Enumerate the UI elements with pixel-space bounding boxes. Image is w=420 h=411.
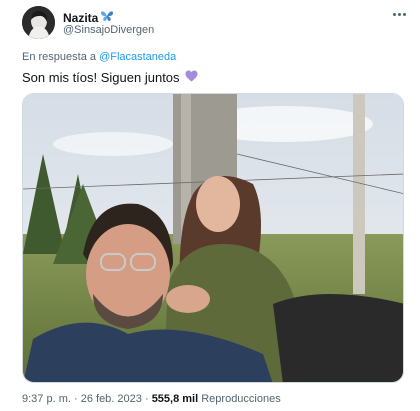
tweet-date[interactable]: 26 feb. 2023 bbox=[81, 393, 142, 405]
reply-context: En respuesta a @Flacastaneda bbox=[22, 51, 176, 63]
purple-heart-icon bbox=[185, 70, 198, 85]
author-handle[interactable]: @SinsajoDivergen bbox=[63, 24, 154, 36]
author-avatar[interactable] bbox=[22, 6, 55, 39]
profile-photo-icon bbox=[22, 6, 55, 39]
meta-separator: · bbox=[73, 393, 78, 405]
tweet-text-body: Son mis tíos! Siguen juntos bbox=[22, 70, 180, 85]
tweet-time[interactable]: 9:37 p. m. bbox=[22, 393, 71, 405]
tweet-text: Son mis tíos! Siguen juntos bbox=[22, 70, 198, 85]
reply-mention-link[interactable]: @Flacastaneda bbox=[99, 51, 176, 63]
meta-separator-2: · bbox=[144, 393, 149, 405]
tweet-meta: 9:37 p. m. · 26 feb. 2023 · 555,8 mil Re… bbox=[22, 393, 281, 405]
tweet-photo[interactable] bbox=[22, 93, 404, 383]
more-options-icon[interactable] bbox=[388, 6, 410, 22]
views-label: Reproducciones bbox=[201, 393, 281, 405]
author-display-name[interactable]: Nazita bbox=[63, 11, 98, 25]
tweet-card[interactable]: Nazita @SinsajoDivergen En respuesta a @… bbox=[0, 0, 420, 411]
photo-image bbox=[23, 94, 403, 382]
reply-prefix: En respuesta a bbox=[22, 51, 96, 63]
views-count: 555,8 mil bbox=[151, 393, 199, 405]
